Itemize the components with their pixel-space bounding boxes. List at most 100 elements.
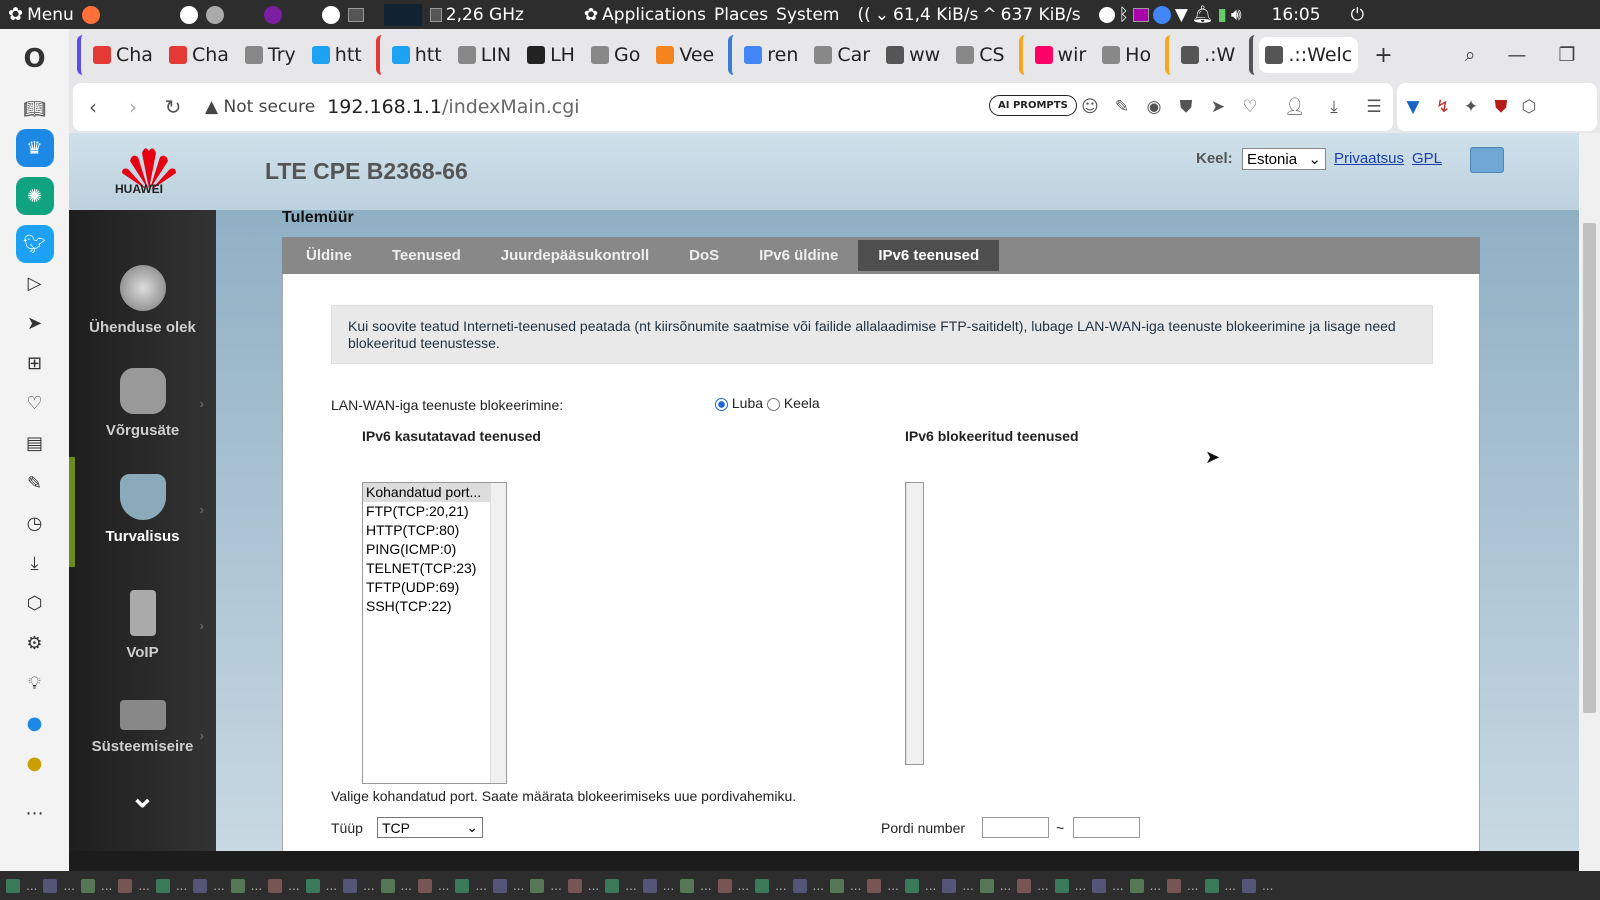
profile-icon[interactable]: 👤︎	[1284, 97, 1306, 117]
taskbar-window-icon[interactable]	[1054, 878, 1069, 893]
easy-setup-icon[interactable]: ☰	[1364, 97, 1384, 117]
tab-group[interactable]: .:W	[1165, 35, 1247, 75]
browser-tab[interactable]: htt	[386, 37, 448, 73]
taskbar-window-icon[interactable]	[1241, 878, 1256, 893]
browser-tab[interactable]: Try	[239, 37, 302, 73]
bell-icon[interactable]: 🔔︎	[1192, 5, 1214, 25]
volume-icon[interactable]: 🔊︎	[1231, 5, 1242, 25]
system-menu[interactable]: System	[776, 5, 839, 25]
extensions-cube-icon[interactable]: ⬡	[1519, 97, 1539, 117]
cube-icon[interactable]: ⬡	[15, 583, 55, 623]
reader-icon[interactable]: 📖︎	[15, 89, 55, 129]
heart-bookmark-icon[interactable]: ♡	[1240, 97, 1260, 117]
chatgpt-icon[interactable]: ✺	[15, 177, 54, 215]
send-icon[interactable]: ➤	[15, 303, 55, 343]
shield-icon[interactable]: ⛊	[1176, 97, 1196, 117]
tab-services[interactable]: Teenused	[372, 240, 481, 271]
taskbar-window-icon[interactable]	[979, 878, 994, 893]
maximize-icon[interactable]: ❐	[1558, 44, 1575, 66]
browser-tab[interactable]: Vee	[650, 37, 720, 73]
tab-general[interactable]: Üldine	[286, 240, 372, 271]
allow-radio[interactable]	[715, 397, 728, 411]
close-circle-icon[interactable]	[1098, 6, 1115, 23]
taskbar-window-icon[interactable]	[755, 878, 770, 893]
sidebar-item-security[interactable]: Turvalisus ›	[69, 474, 216, 545]
browser-tab[interactable]: Car	[808, 37, 876, 73]
taskbar-window-icon[interactable]	[1204, 878, 1219, 893]
page-scrollbar-thumb[interactable]	[1583, 223, 1596, 713]
download-icon[interactable]: ⤓	[1324, 97, 1344, 117]
taskbar-window-icon[interactable]	[343, 878, 358, 893]
taskbar-window-icon[interactable]	[118, 878, 133, 893]
opera-launcher-icon[interactable]	[321, 5, 340, 24]
taskbar-window-icon[interactable]	[717, 878, 732, 893]
search-tabs-icon[interactable]: ⌕	[1465, 44, 1476, 66]
blocked-services-list[interactable]	[905, 482, 924, 765]
clock[interactable]: 16:05	[1272, 5, 1321, 25]
minimize-icon[interactable]: —	[1507, 44, 1526, 66]
taskbar-window-icon[interactable]	[642, 878, 657, 893]
service-option[interactable]: Kohandatud port...	[363, 483, 506, 502]
tab-group[interactable]: .::Welc	[1249, 35, 1364, 75]
available-services-list[interactable]: Kohandatud port... FTP(TCP:20,21) HTTP(TCP…	[362, 482, 507, 784]
opera-logo-icon[interactable]: O	[15, 39, 55, 79]
browser-tab[interactable]: .::Welc	[1259, 37, 1359, 73]
tab-ipv6-general[interactable]: IPv6 üldine	[739, 240, 858, 271]
taskbar-window-icon[interactable]	[680, 878, 695, 893]
extension-3-icon[interactable]: ✦	[1461, 97, 1481, 117]
taskbar-window-icon[interactable]	[567, 878, 582, 893]
security-indicator[interactable]: ▲ Not secure	[205, 97, 315, 117]
reload-icon[interactable]: ↻	[153, 95, 193, 119]
logout-icon[interactable]	[1470, 147, 1504, 173]
crown-icon[interactable]: ♛	[15, 129, 54, 167]
taskbar-window-icon[interactable]	[530, 878, 545, 893]
camera-icon[interactable]: ◉	[1144, 97, 1164, 117]
os-menu-button[interactable]: ✿ Menu	[8, 4, 74, 25]
url-field[interactable]: 192.168.1.1/indexMain.cgi	[327, 96, 579, 118]
chat-icon[interactable]: ●	[15, 703, 55, 743]
apps-grid-icon[interactable]: ⊞	[15, 343, 55, 383]
privacy-link[interactable]: Privaatsus	[1334, 150, 1404, 167]
taskbar-window-icon[interactable]	[230, 878, 245, 893]
tab-dos[interactable]: DoS	[669, 240, 739, 271]
taskbar-window-icon[interactable]	[455, 878, 470, 893]
taskbar-window-icon[interactable]	[43, 878, 58, 893]
places-menu[interactable]: Places	[714, 5, 768, 25]
taskbar-window-icon[interactable]	[80, 878, 95, 893]
port-start-input[interactable]	[982, 817, 1049, 838]
forward-icon[interactable]: ›	[113, 95, 153, 119]
browser-tab[interactable]: ww	[880, 37, 946, 73]
settings-launcher-icon[interactable]	[205, 5, 224, 24]
extension-1-icon[interactable]: ▼	[1403, 97, 1423, 117]
power-icon[interactable]: ⏻	[1351, 5, 1364, 25]
extension-2-icon[interactable]: ↯	[1433, 97, 1453, 117]
taskbar-window-icon[interactable]	[305, 878, 320, 893]
heart-icon[interactable]: ♡	[15, 383, 55, 423]
chrome-tray-icon[interactable]	[1152, 5, 1171, 24]
battery-icon[interactable]: ▮	[1217, 5, 1226, 25]
taskbar-window-icon[interactable]	[492, 878, 507, 893]
extension-icon[interactable]: ●	[15, 743, 55, 783]
service-option[interactable]: TELNET(TCP:23)	[363, 559, 506, 578]
browser-tab[interactable]: Ho	[1096, 37, 1157, 73]
service-option[interactable]: PING(ICMP:0)	[363, 540, 506, 559]
scroll-down-icon[interactable]: ⌄	[69, 780, 216, 815]
taskbar-window-icon[interactable]	[792, 878, 807, 893]
tab-group[interactable]: ren Car ww CS	[728, 35, 1016, 75]
gear-icon[interactable]: ⚙	[15, 623, 55, 663]
twitter-icon[interactable]: 🐦︎	[15, 225, 54, 263]
ublock-icon[interactable]: ⛊	[1491, 97, 1511, 117]
bulb-icon[interactable]: 💡︎	[15, 663, 55, 703]
browser-tab[interactable]: CS	[950, 37, 1010, 73]
app-launcher-icon[interactable]	[179, 5, 198, 24]
service-option[interactable]: FTP(TCP:20,21)	[363, 502, 506, 521]
taskbar-window-icon[interactable]	[155, 878, 170, 893]
browser-tab[interactable]: Cha	[163, 37, 235, 73]
emoji-icon[interactable]: ☺	[1080, 97, 1100, 117]
browser-tab[interactable]: htt	[306, 37, 368, 73]
service-option[interactable]: TFTP(UDP:69)	[363, 578, 506, 597]
taskbar-window-icon[interactable]	[605, 878, 620, 893]
sidebar-item-network-settings[interactable]: Võrgusäte ›	[69, 368, 216, 439]
edit-icon[interactable]: ✎	[1112, 97, 1132, 117]
language-select[interactable]: Estonia ⌄	[1242, 148, 1326, 170]
